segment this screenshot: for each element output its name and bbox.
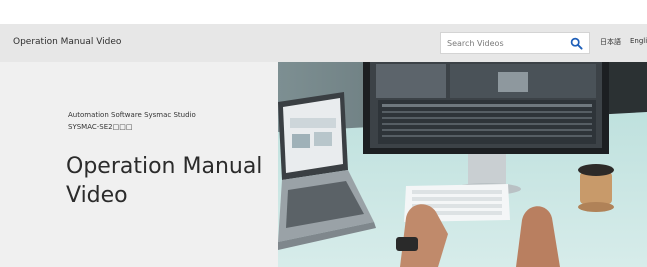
hero-text-panel: Automation Software Sysmac Studio SYSMAC… [0,62,278,267]
language-japanese-link[interactable]: 日本語 [600,37,621,47]
search-box[interactable] [440,32,590,54]
hero-desk-illustration [278,62,647,267]
search-icon[interactable] [570,37,583,50]
hero-subtitle: Automation Software Sysmac Studio [68,111,196,119]
language-english-link[interactable]: English [630,37,647,45]
search-input[interactable] [447,37,565,49]
hero-title: Operation Manual Video [66,154,263,208]
hero-image [278,62,647,267]
header-bar: Operation Manual Video 日本語 English [0,24,647,62]
site-title[interactable]: Operation Manual Video [13,37,121,47]
hero-product-code: SYSMAC-SE2□□□ [68,123,133,131]
